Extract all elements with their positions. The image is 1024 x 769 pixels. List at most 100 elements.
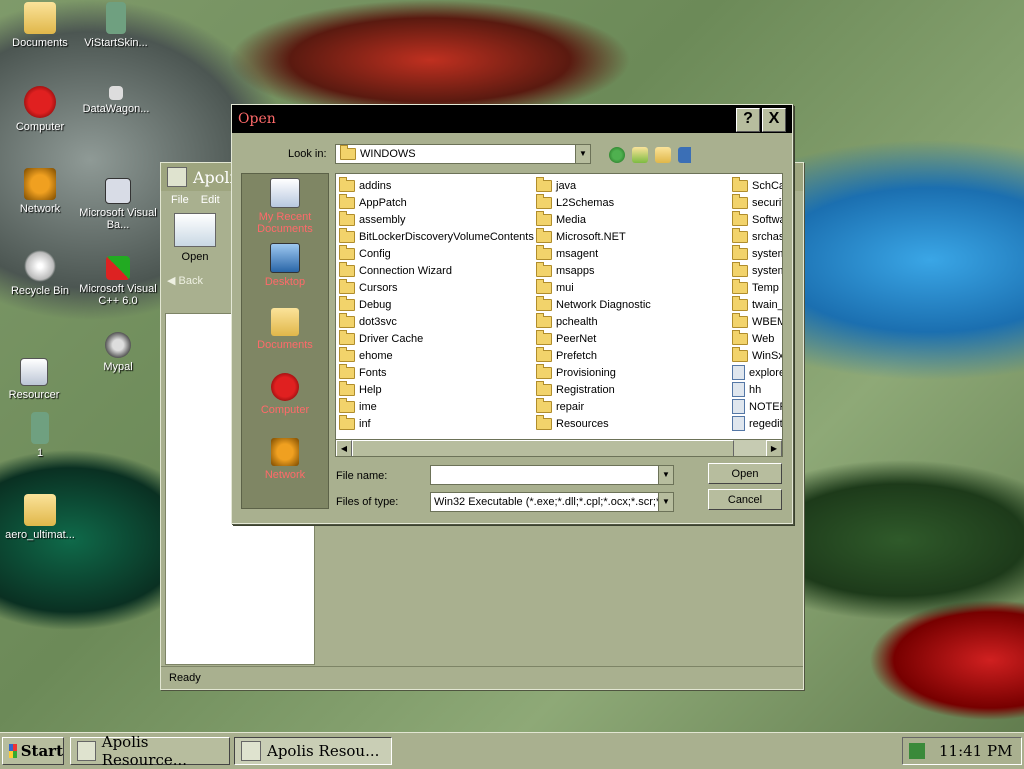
back-arrow-icon[interactable] (609, 147, 625, 163)
file-list-item[interactable]: NOTEP (732, 398, 782, 415)
places-documents[interactable]: Documents (242, 304, 328, 369)
desktop-icon-network[interactable]: Network (0, 168, 80, 215)
file-list-item[interactable]: hh (732, 381, 782, 398)
up-folder-icon[interactable] (632, 147, 648, 163)
desktop-icon-recycle-bin[interactable]: Recycle Bin (0, 250, 80, 297)
desktop-icon-vistartskin[interactable]: ViStartSkin... (76, 2, 156, 49)
places-network[interactable]: Network (242, 434, 328, 499)
desktop-icon-visual-cpp[interactable]: Microsoft Visual C++ 6.0 (78, 256, 158, 307)
new-folder-icon[interactable] (655, 147, 671, 163)
file-list-item[interactable]: msagent (536, 244, 651, 262)
taskbar-item-apolis-1[interactable]: Apolis Resource... (70, 733, 230, 769)
desktop-icon-1[interactable]: 1 (0, 412, 80, 459)
file-list-item[interactable]: WinSxS (732, 346, 782, 364)
file-list-item[interactable]: Softwa (732, 210, 782, 228)
file-list-item[interactable]: mui (536, 278, 651, 296)
file-list-item-label: twain_3 (752, 298, 782, 311)
file-list-item[interactable]: Help (339, 380, 534, 398)
menu-file[interactable]: File (171, 194, 189, 206)
file-list-item[interactable]: addins (339, 176, 534, 194)
file-list[interactable]: addins AppPatch assembly BitLockerDiscovery… (335, 173, 783, 457)
file-list-item[interactable]: Resources (536, 414, 651, 432)
file-list-item-label: ime (359, 400, 377, 413)
file-list-item-label: L2Schemas (556, 196, 615, 209)
file-list-item[interactable]: Provisioning (536, 363, 651, 381)
close-button[interactable]: X (762, 108, 786, 132)
file-list-item[interactable]: Debug (339, 295, 534, 313)
help-button[interactable]: ? (736, 108, 760, 132)
file-list-item[interactable]: security (732, 193, 782, 211)
file-list-item[interactable]: WBEM (732, 312, 782, 330)
places-desktop[interactable]: Desktop (242, 239, 328, 304)
desktop-icon-visual-basic[interactable]: Microsoft Visual Ba... (78, 178, 158, 231)
file-list-item[interactable]: dot3svc (339, 312, 534, 330)
file-list-item[interactable]: Temp (732, 278, 782, 296)
scroll-thumb[interactable] (352, 440, 734, 456)
look-in-dropdown[interactable]: WINDOWS ▼ (335, 144, 591, 164)
file-list-item[interactable]: Fonts (339, 363, 534, 381)
scroll-right-icon[interactable]: ▶ (766, 440, 782, 456)
open-dialog[interactable]: Open ? X Look in: WINDOWS ▼ My Recent Do… (231, 104, 793, 524)
places-my-recent-documents[interactable]: My Recent Documents (242, 174, 328, 239)
open-dialog-title-bar[interactable]: Open ? X (232, 105, 792, 133)
file-list-item[interactable]: Config (339, 244, 534, 262)
file-list-item[interactable]: repair (536, 397, 651, 415)
desktop-icon-aero-ultimate[interactable]: aero_ultimat... (0, 494, 80, 541)
file-list-item[interactable]: ime (339, 397, 534, 415)
chevron-down-icon[interactable]: ▼ (658, 466, 673, 484)
file-list-item[interactable]: Microsoft.NET (536, 227, 651, 245)
desktop-icon-computer[interactable]: Computer (0, 86, 80, 133)
raccoon-icon (105, 332, 131, 358)
file-list-item[interactable]: assembly (339, 210, 534, 228)
chevron-down-icon[interactable]: ▼ (658, 493, 673, 511)
open-button[interactable]: Open (708, 463, 782, 484)
file-list-item[interactable]: msapps (536, 261, 651, 279)
file-list-item[interactable]: system3 (732, 261, 782, 279)
file-list-item[interactable]: Network Diagnostic (536, 295, 651, 313)
view-menu-icon[interactable] (678, 147, 700, 163)
desktop-icon-resourcer[interactable]: Resourcer (0, 358, 74, 401)
file-list-item[interactable]: ehome (339, 346, 534, 364)
files-of-type-dropdown[interactable]: Win32 Executable (*.exe;*.dll;*.cpl;*.oc… (430, 492, 674, 512)
chevron-down-icon[interactable]: ▼ (575, 145, 590, 163)
file-list-item[interactable]: Registration (536, 380, 651, 398)
file-list-item[interactable]: BitLockerDiscoveryVolumeContents (339, 227, 534, 245)
scroll-left-icon[interactable]: ◀ (336, 440, 352, 456)
file-list-item[interactable]: SchCac (732, 176, 782, 194)
desktop-icon-datawagon[interactable]: DataWagon... (76, 86, 156, 115)
file-list-item[interactable]: Prefetch (536, 346, 651, 364)
file-list-item-label: Provisioning (556, 366, 616, 379)
file-list-item[interactable]: explore (732, 364, 782, 381)
file-list-item[interactable]: twain_3 (732, 295, 782, 313)
file-list-item[interactable]: PeerNet (536, 329, 651, 347)
start-button[interactable]: Start (2, 737, 64, 765)
network-tray-icon[interactable] (909, 743, 925, 759)
desktop-icon-mypal[interactable]: Mypal (78, 332, 158, 373)
file-list-item[interactable]: system (732, 244, 782, 262)
file-list-item[interactable]: Media (536, 210, 651, 228)
menu-edit[interactable]: Edit (201, 194, 220, 206)
file-list-item[interactable]: Connection Wizard (339, 261, 534, 279)
places-computer[interactable]: Computer (242, 369, 328, 434)
file-list-item[interactable]: L2Schemas (536, 193, 651, 211)
cancel-button[interactable]: Cancel (708, 489, 782, 510)
horizontal-scrollbar[interactable]: ◀ ▶ (336, 439, 782, 456)
file-list-item[interactable]: Web (732, 329, 782, 347)
app-icon (77, 741, 96, 761)
clock[interactable]: 11:41 PM (939, 742, 1012, 760)
file-list-item[interactable]: regedit (732, 415, 782, 432)
file-list-item[interactable]: inf (339, 414, 534, 432)
file-list-item[interactable]: Cursors (339, 278, 534, 296)
folder-icon (339, 397, 355, 413)
file-list-item[interactable]: Driver Cache (339, 329, 534, 347)
folder-icon (339, 346, 355, 362)
taskbar-item-apolis-2[interactable]: Apolis Resou... (234, 737, 392, 765)
file-list-item[interactable]: srchass (732, 227, 782, 245)
back-button[interactable]: ◀ Back (167, 274, 203, 287)
desktop-icon-documents[interactable]: Documents (0, 2, 80, 49)
file-list-item[interactable]: pchealth (536, 312, 651, 330)
file-name-input[interactable]: ▼ (430, 465, 674, 485)
open-toolbar-button[interactable]: Open (167, 213, 223, 263)
file-list-item[interactable]: java (536, 176, 651, 194)
file-list-item[interactable]: AppPatch (339, 193, 534, 211)
